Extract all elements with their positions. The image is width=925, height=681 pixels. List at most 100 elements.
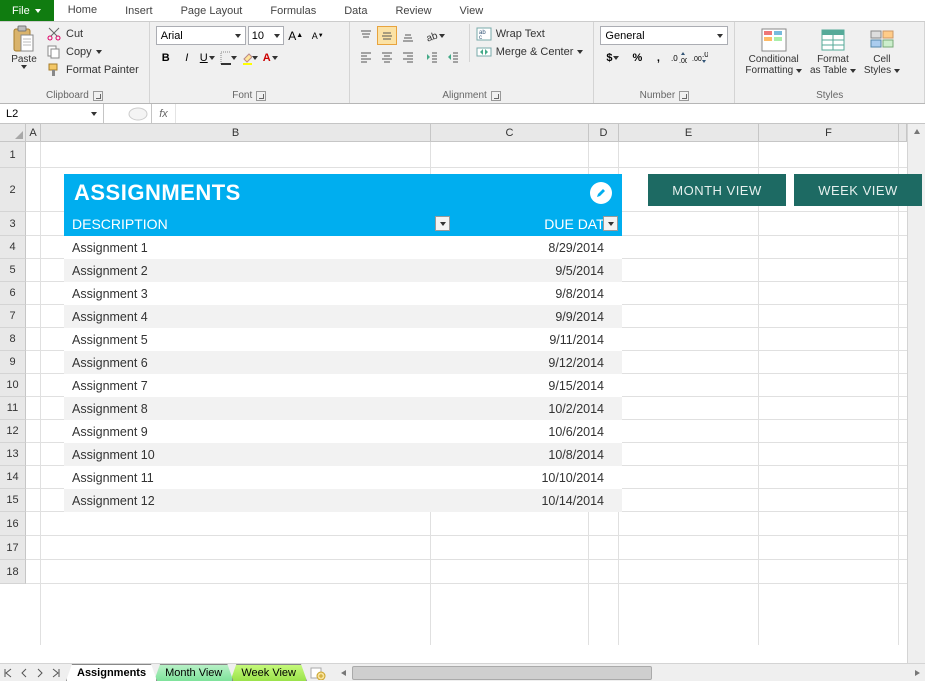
copy-button[interactable]: Copy [46,44,139,60]
table-row[interactable]: Assignment 1010/8/2014 [64,443,622,466]
increase-indent-button[interactable] [443,47,463,66]
align-bottom-button[interactable] [398,26,418,45]
font-color-button[interactable]: A [261,48,281,67]
number-format-select[interactable]: General [600,26,728,45]
number-launcher[interactable] [679,91,689,101]
cell-description[interactable]: Assignment 3 [64,282,454,305]
row-headers[interactable]: 123456789101112131415161718 [0,142,26,645]
cell-due-date[interactable]: 9/9/2014 [454,305,622,328]
wrap-text-button[interactable]: abc Wrap Text [476,26,584,42]
sheet-nav-last[interactable] [48,665,64,681]
increase-font-button[interactable]: A▲ [286,26,306,45]
row-header-9[interactable]: 9 [0,351,26,374]
orientation-button[interactable]: ab [422,26,448,45]
sheet-nav-next[interactable] [32,665,48,681]
week-view-button[interactable]: WEEK VIEW [794,174,922,206]
cell-description[interactable]: Assignment 2 [64,259,454,282]
align-top-button[interactable] [356,26,376,45]
row-header-14[interactable]: 14 [0,466,26,489]
accounting-format-button[interactable]: $ [600,48,626,67]
align-center-button[interactable] [377,47,397,66]
cell-description[interactable]: Assignment 12 [64,489,454,512]
col-header-E[interactable]: E [619,124,759,142]
select-all-corner[interactable] [0,124,26,142]
align-left-button[interactable] [356,47,376,66]
row-header-10[interactable]: 10 [0,374,26,397]
cell-description[interactable]: Assignment 7 [64,374,454,397]
decrease-decimal-button[interactable]: .00.0 [690,48,710,67]
col-header-C[interactable]: C [431,124,589,142]
row-header-3[interactable]: 3 [0,212,26,236]
sheet-tab-assignments[interactable]: Assignments [66,664,157,681]
row-header-2[interactable]: 2 [0,168,26,212]
row-header-12[interactable]: 12 [0,420,26,443]
tab-page-layout[interactable]: Page Layout [167,0,257,21]
tab-data[interactable]: Data [330,0,381,21]
decrease-indent-button[interactable] [422,47,442,66]
col-header-D[interactable]: D [589,124,619,142]
row-header-6[interactable]: 6 [0,282,26,305]
tab-home[interactable]: Home [54,0,111,21]
table-row[interactable]: Assignment 18/29/2014 [64,236,622,259]
cell-due-date[interactable]: 10/10/2014 [454,466,622,489]
tab-formulas[interactable]: Formulas [256,0,330,21]
format-painter-button[interactable]: Format Painter [46,62,139,78]
row-header-17[interactable]: 17 [0,536,26,560]
cell-due-date[interactable]: 10/6/2014 [454,420,622,443]
row-header-1[interactable]: 1 [0,142,26,168]
cell-description[interactable]: Assignment 5 [64,328,454,351]
cell-description[interactable]: Assignment 8 [64,397,454,420]
table-row[interactable]: Assignment 810/2/2014 [64,397,622,420]
edit-icon[interactable] [590,182,612,204]
new-sheet-button[interactable] [308,665,328,681]
row-header-16[interactable]: 16 [0,512,26,536]
bold-button[interactable]: B [156,48,176,67]
cell-due-date[interactable]: 10/14/2014 [454,489,622,512]
row-header-5[interactable]: 5 [0,259,26,282]
table-row[interactable]: Assignment 1110/10/2014 [64,466,622,489]
underline-button[interactable]: U [198,48,218,67]
merge-center-button[interactable]: Merge & Center [476,44,584,60]
table-row[interactable]: Assignment 1210/14/2014 [64,489,622,512]
table-row[interactable]: Assignment 59/11/2014 [64,328,622,351]
name-box[interactable]: L2 [0,104,104,123]
tab-insert[interactable]: Insert [111,0,167,21]
cell-due-date[interactable]: 10/8/2014 [454,443,622,466]
col-header-F[interactable]: F [759,124,899,142]
cells-area[interactable]: ASSIGNMENTS DESCRIPTION DUE DATE Assignm… [26,142,907,645]
fx-icon[interactable]: fx [152,104,176,123]
cut-button[interactable]: Cut [46,26,139,42]
formula-input[interactable] [176,104,925,123]
cell-styles-button[interactable]: Cell Styles [860,24,904,78]
cell-description[interactable]: Assignment 9 [64,420,454,443]
increase-decimal-button[interactable]: .0.00 [669,48,689,67]
col-header-A[interactable]: A [26,124,41,142]
percent-format-button[interactable]: % [627,48,647,67]
table-row[interactable]: Assignment 69/12/2014 [64,351,622,374]
row-header-8[interactable]: 8 [0,328,26,351]
cell-description[interactable]: Assignment 4 [64,305,454,328]
table-row[interactable]: Assignment 49/9/2014 [64,305,622,328]
font-launcher[interactable] [256,91,266,101]
column-headers[interactable]: ABCDEF [26,124,907,142]
decrease-font-button[interactable]: A▼ [308,26,328,45]
row-header-11[interactable]: 11 [0,397,26,420]
spreadsheet-grid[interactable]: ABCDEF 123456789101112131415161718 ASSIG… [0,124,925,663]
conditional-formatting-button[interactable]: Conditional Formatting [741,24,806,78]
filter-button-description[interactable] [435,216,450,231]
row-header-18[interactable]: 18 [0,560,26,584]
border-button[interactable] [219,48,239,67]
cell-due-date[interactable]: 9/5/2014 [454,259,622,282]
row-header-13[interactable]: 13 [0,443,26,466]
sheet-tab-month-view[interactable]: Month View [154,664,233,681]
font-size-select[interactable]: 10 [248,26,284,45]
horizontal-scrollbar[interactable] [336,664,925,681]
row-header-7[interactable]: 7 [0,305,26,328]
row-header-15[interactable]: 15 [0,489,26,512]
cell-due-date[interactable]: 9/11/2014 [454,328,622,351]
row-header-4[interactable]: 4 [0,236,26,259]
cell-description[interactable]: Assignment 11 [64,466,454,489]
sheet-tab-week-view[interactable]: Week View [230,664,307,681]
table-row[interactable]: Assignment 29/5/2014 [64,259,622,282]
format-as-table-button[interactable]: Format as Table [806,24,860,78]
